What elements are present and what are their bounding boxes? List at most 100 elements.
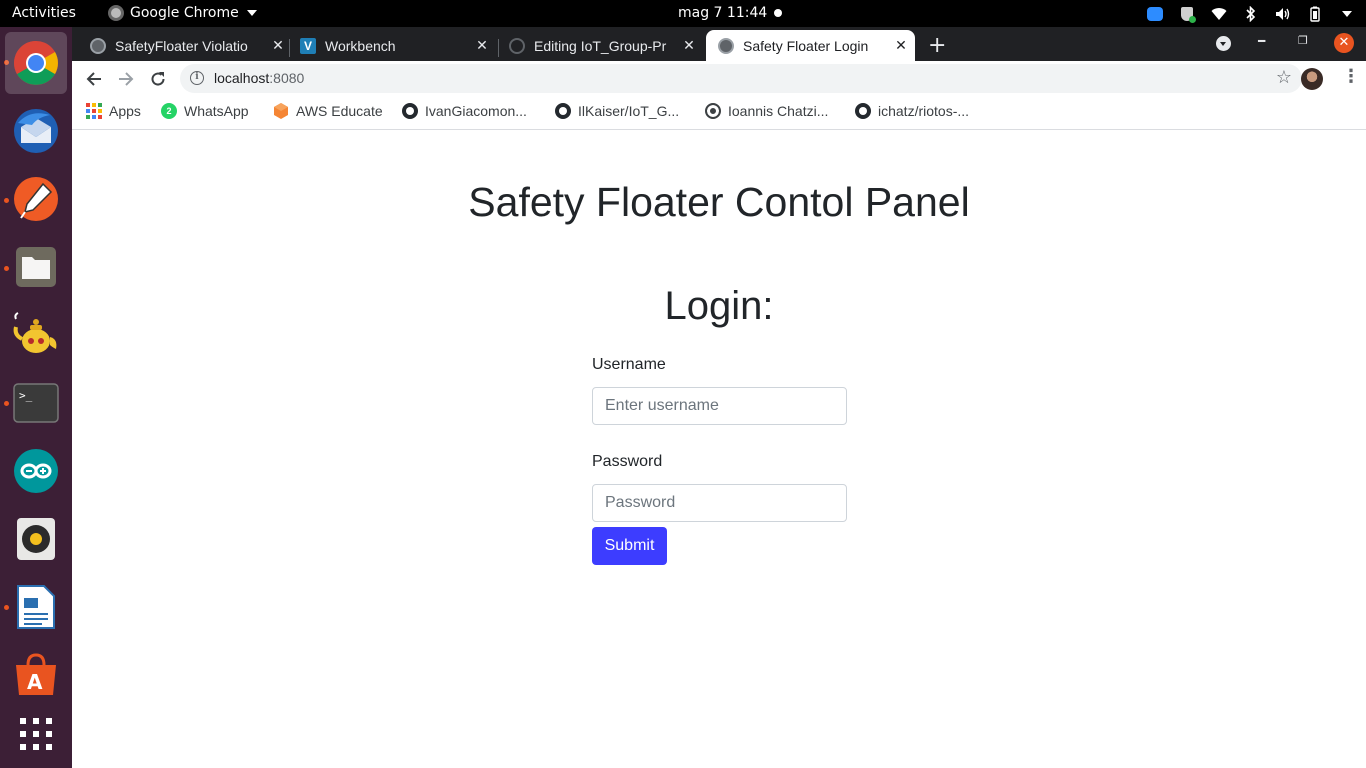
arduino-icon	[14, 449, 58, 493]
app-menu[interactable]: Google Chrome	[108, 5, 257, 21]
close-tab-icon[interactable]: ✕	[681, 37, 697, 54]
files-icon	[16, 247, 56, 287]
dock-software-center[interactable]: A	[12, 651, 60, 699]
wifi-icon[interactable]	[1210, 5, 1228, 23]
dock-files[interactable]	[12, 243, 60, 291]
running-indicator	[4, 401, 9, 406]
url-port: :8080	[269, 70, 305, 86]
tab-strip: SafetyFloater Violatio ✕ V Workbench ✕ E…	[72, 27, 1366, 61]
dock-chrome[interactable]	[5, 32, 67, 94]
login-heading: Login:	[664, 284, 774, 328]
window-close-icon[interactable]: ✕	[1334, 33, 1354, 53]
running-indicator	[4, 605, 9, 610]
chrome-mini-icon	[108, 5, 124, 21]
tab-safetyfloater-violations[interactable]: SafetyFloater Violatio ✕	[90, 30, 286, 61]
globe-icon	[90, 37, 106, 54]
menu-kebab-icon[interactable]: ⋮	[1342, 66, 1360, 87]
github-icon	[402, 103, 418, 119]
dock-rhythmbox[interactable]	[12, 515, 60, 563]
battery-icon[interactable]	[1306, 5, 1324, 23]
tab-editing-iot-group[interactable]: Editing IoT_Group-Pr ✕	[509, 30, 697, 61]
restore-icon[interactable]: ❐	[1298, 34, 1308, 47]
svg-text:A: A	[27, 670, 43, 694]
minimize-icon[interactable]: ━	[1258, 34, 1265, 48]
back-icon[interactable]	[82, 67, 106, 91]
dock-writer[interactable]	[12, 583, 60, 631]
postman-icon	[14, 177, 58, 221]
system-tray[interactable]	[1146, 3, 1356, 25]
system-top-bar: Activities Google Chrome mag 7 11:44	[0, 0, 1366, 27]
bookmark-label: AWS Educate	[296, 103, 383, 119]
bluetooth-icon[interactable]	[1242, 5, 1260, 23]
dock-show-applications[interactable]	[12, 710, 60, 758]
globe-icon	[718, 37, 734, 54]
app-grid-icon	[20, 718, 52, 750]
apps-grid-icon	[86, 103, 102, 119]
dock-postman[interactable]	[12, 175, 60, 223]
zoom-icon[interactable]	[1146, 5, 1164, 23]
running-indicator	[4, 266, 9, 271]
tab-separator	[289, 39, 290, 57]
password-input[interactable]	[592, 484, 847, 522]
bookmark-label: IlKaiser/IoT_G...	[578, 103, 680, 119]
profile-avatar[interactable]	[1301, 68, 1323, 90]
tab-title: Editing IoT_Group-Pr	[534, 37, 667, 54]
bookmark-aws-educate[interactable]: AWS Educate	[273, 103, 383, 119]
power-menu-caret-icon[interactable]	[1338, 5, 1356, 23]
close-tab-icon[interactable]: ✕	[474, 37, 490, 54]
new-tab-button[interactable]: +	[928, 33, 946, 58]
web-page: Safety Floater Contol Panel Login: Usern…	[72, 131, 1366, 768]
globe-icon	[705, 103, 721, 119]
bookmark-ichatz-riotos[interactable]: ichatz/riotos-...	[855, 103, 969, 119]
bookmark-label: WhatsApp	[184, 103, 249, 119]
app-menu-label: Google Chrome	[130, 5, 239, 21]
dock-teapot[interactable]	[12, 311, 60, 359]
bookmark-star-icon[interactable]: ☆	[1276, 67, 1292, 88]
bookmark-ioannis-chatzi[interactable]: Ioannis Chatzi...	[705, 103, 828, 119]
rhythmbox-icon	[17, 518, 55, 560]
login-form: Username Password Submit	[592, 356, 847, 565]
close-tab-icon[interactable]: ✕	[270, 37, 286, 54]
tab-safety-floater-login[interactable]: Safety Floater Login ✕	[706, 30, 915, 61]
url-host: localhost	[214, 70, 270, 86]
chrome-icon	[14, 41, 58, 85]
workbench-v-icon: V	[300, 37, 316, 54]
site-info-icon[interactable]: i	[190, 71, 204, 85]
reload-icon[interactable]	[146, 67, 170, 91]
bookmark-label: Apps	[109, 103, 141, 119]
dock-thunderbird[interactable]	[12, 107, 60, 155]
page-title: Safety Floater Contol Panel	[468, 179, 970, 225]
tab-search-icon[interactable]	[1216, 36, 1231, 51]
bookmark-ilkaiser[interactable]: IlKaiser/IoT_G...	[555, 103, 679, 119]
bookmark-label: ichatz/riotos-...	[878, 103, 970, 119]
activities-button[interactable]: Activities	[12, 5, 76, 21]
password-label: Password	[592, 453, 663, 470]
github-icon	[509, 37, 525, 54]
tab-workbench[interactable]: V Workbench ✕	[300, 30, 490, 61]
url-text[interactable]: localhost:8080	[214, 70, 304, 86]
browser-toolbar: i localhost:8080 ☆ ⋮	[72, 61, 1366, 96]
username-input[interactable]	[592, 387, 847, 425]
thunderbird-icon	[14, 109, 58, 153]
bookmarks-bar: Apps 2 WhatsApp AWS Educate IvanGiacomon…	[72, 96, 1366, 130]
github-icon	[855, 103, 871, 119]
forward-icon[interactable]	[114, 67, 138, 91]
dock-terminal[interactable]: >_	[12, 379, 60, 427]
submit-button[interactable]: Submit	[592, 527, 667, 565]
svg-text:>_: >_	[19, 389, 33, 402]
close-tab-icon[interactable]: ✕	[893, 37, 909, 54]
tab-separator	[498, 39, 499, 57]
address-bar[interactable]: i localhost:8080 ☆	[180, 64, 1302, 93]
clock[interactable]: mag 7 11:44	[678, 5, 767, 21]
security-shield-icon[interactable]	[1178, 5, 1196, 23]
bookmark-ivangiacomon[interactable]: IvanGiacomon...	[402, 103, 527, 119]
terminal-icon: >_	[13, 383, 59, 423]
whatsapp-icon: 2	[161, 103, 177, 119]
username-label: Username	[592, 356, 666, 373]
software-center-icon: A	[16, 653, 56, 695]
tab-title: SafetyFloater Violatio	[115, 37, 248, 54]
volume-icon[interactable]	[1274, 5, 1292, 23]
dock-arduino[interactable]	[12, 447, 60, 495]
bookmark-whatsapp[interactable]: 2 WhatsApp	[161, 103, 249, 119]
bookmark-apps[interactable]: Apps	[86, 103, 141, 119]
